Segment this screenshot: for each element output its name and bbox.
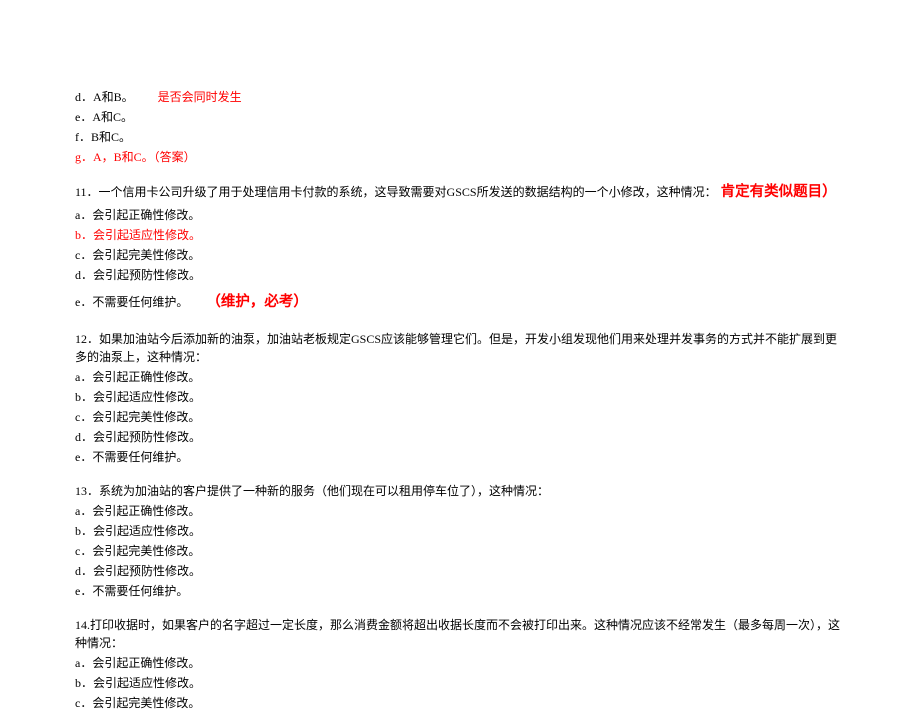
q12-stem: 12．如果加油站今后添加新的油泵，加油站老板规定GSCS应该能够管理它们。但是，… <box>75 330 845 366</box>
q11-option-a: a．会引起正确性修改。 <box>75 206 845 224</box>
q14-option-a: a．会引起正确性修改。 <box>75 654 845 672</box>
q12-option-b: b．会引起适应性修改。 <box>75 388 845 406</box>
q14-option-b: b．会引起适应性修改。 <box>75 674 845 692</box>
document-content: d．A和B。 是否会同时发生 e．A和C。 f．B和C。 g．A，B和C。（答案）… <box>0 0 920 712</box>
option-d-text: d．A和B。 <box>75 90 134 104</box>
option-g: g．A，B和C。（答案） <box>75 148 845 166</box>
q12-option-d: d．会引起预防性修改。 <box>75 428 845 446</box>
option-e: e．A和C。 <box>75 108 845 126</box>
q11-e-annotation: （维护，必考） <box>206 294 308 310</box>
option-f: f．B和C。 <box>75 128 845 146</box>
option-d-annotation: 是否会同时发生 <box>158 90 242 104</box>
q12-option-a: a．会引起正确性修改。 <box>75 368 845 386</box>
q12-option-e: e．不需要任何维护。 <box>75 448 845 466</box>
q14-option-c: c．会引起完美性修改。 <box>75 694 845 712</box>
q13-option-c: c．会引起完美性修改。 <box>75 542 845 560</box>
option-d: d．A和B。 是否会同时发生 <box>75 88 845 106</box>
q11-option-d: d．会引起预防性修改。 <box>75 266 845 284</box>
q13-option-e: e．不需要任何维护。 <box>75 582 845 600</box>
q11-option-e: e．不需要任何维护。 （维护，必考） <box>75 292 845 314</box>
q13-option-b: b．会引起适应性修改。 <box>75 522 845 540</box>
q11-option-c: c．会引起完美性修改。 <box>75 246 845 264</box>
q13-option-d: d．会引起预防性修改。 <box>75 562 845 580</box>
q11-option-b: b．会引起适应性修改。 <box>75 226 845 244</box>
q11-option-e-text: e．不需要任何维护。 <box>75 295 188 309</box>
q11-stem: 11．一个信用卡公司升级了用于处理信用卡付款的系统，这导致需要对GSCS所发送的… <box>75 182 845 204</box>
q11-annotation: 肯定有类似题目） <box>721 182 837 204</box>
q12-option-c: c．会引起完美性修改。 <box>75 408 845 426</box>
q13-stem: 13．系统为加油站的客户提供了一种新的服务（他们现在可以租用停车位了），这种情况… <box>75 482 845 500</box>
q11-stem-text: 11．一个信用卡公司升级了用于处理信用卡付款的系统，这导致需要对GSCS所发送的… <box>75 183 717 201</box>
q13-option-a: a．会引起正确性修改。 <box>75 502 845 520</box>
q14-stem: 14.打印收据时，如果客户的名字超过一定长度，那么消费金额将超出收据长度而不会被… <box>75 616 845 652</box>
